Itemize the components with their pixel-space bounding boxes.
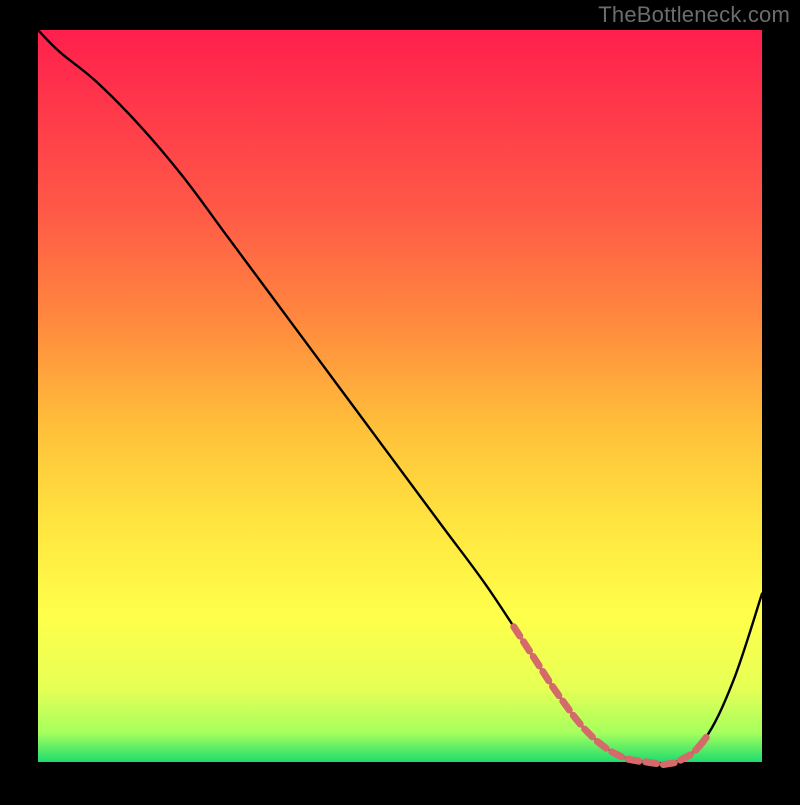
watermark-text: TheBottleneck.com	[598, 2, 790, 28]
highlight-dash	[628, 759, 639, 761]
highlight-dash	[612, 752, 622, 757]
highlight-dash	[681, 755, 691, 760]
chart-container: TheBottleneck.com	[0, 0, 800, 800]
highlight-dash	[646, 762, 657, 764]
highlight-dash	[663, 763, 674, 765]
heat-gradient	[38, 30, 762, 762]
bottleneck-chart	[0, 0, 800, 800]
